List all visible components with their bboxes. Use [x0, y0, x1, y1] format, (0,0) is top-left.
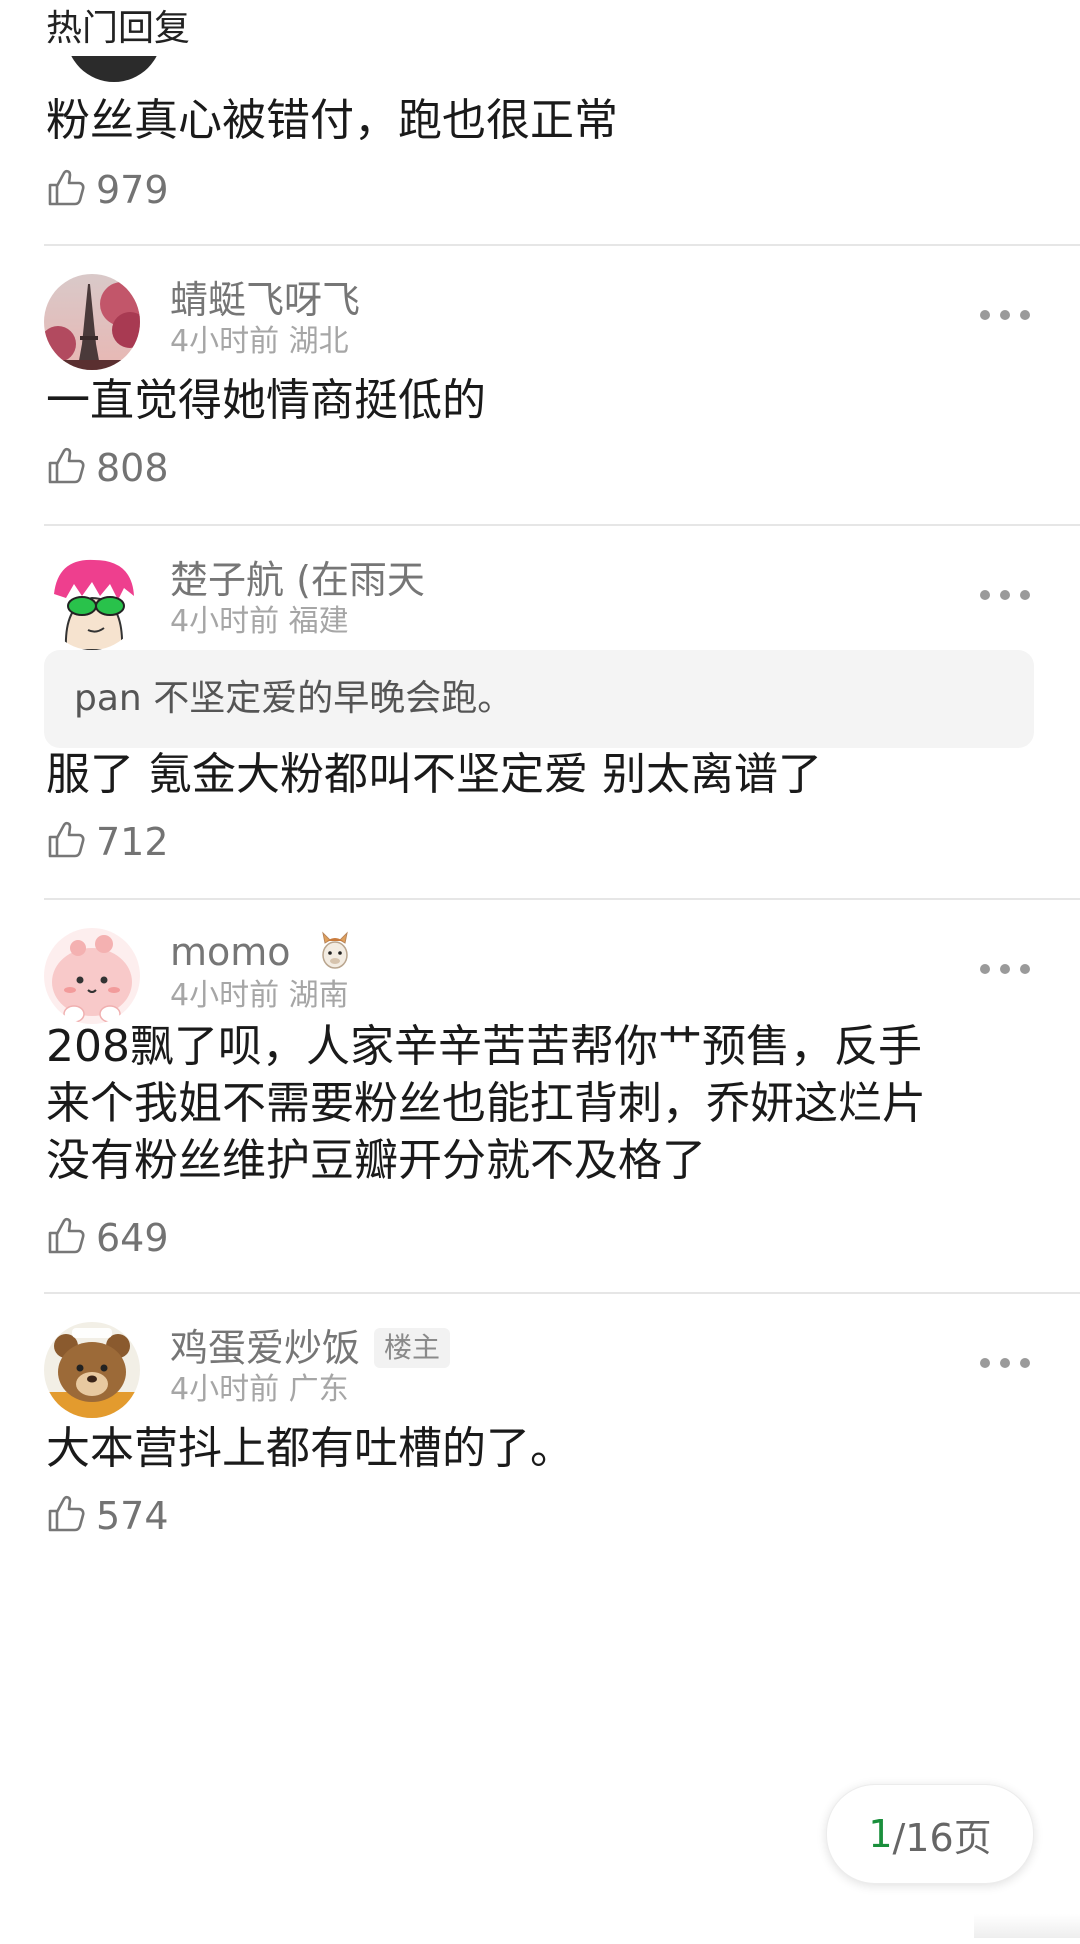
more-options-icon[interactable]: [980, 588, 1030, 602]
avatar-pink-blob[interactable]: [44, 928, 140, 1024]
comment-meta: 4小时前 福建: [170, 604, 349, 640]
like-count: 574: [96, 1494, 169, 1538]
comment-text: 大本营抖上都有吐槽的了。: [46, 1423, 574, 1474]
op-badge: 楼主: [374, 1328, 451, 1368]
comment-text-line: 来个我姐不需要粉丝也能扛背刺，乔妍这烂片: [46, 1078, 926, 1129]
like-count: 649: [96, 1216, 169, 1260]
avatar-eiffel-tower[interactable]: [44, 274, 140, 370]
bottom-edge-bar: [974, 1914, 1080, 1938]
comment-text: 粉丝真心被错付，跑也很正常: [46, 95, 618, 146]
section-title: 热门回复: [46, 8, 191, 49]
divider: [44, 898, 1080, 900]
username[interactable]: 鸡蛋爱炒饭: [170, 1326, 360, 1370]
username[interactable]: 蜻蜓飞呀飞: [170, 278, 360, 322]
comment-meta: 4小时前 广东: [170, 1372, 349, 1408]
like-button[interactable]: 979: [46, 162, 169, 218]
quote-user: pan: [74, 678, 142, 719]
comment-location: 广东: [288, 1372, 349, 1407]
avatar[interactable]: [66, 56, 162, 82]
like-count: 808: [96, 446, 169, 490]
more-options-icon[interactable]: [980, 962, 1030, 976]
comment-time: 4小时前: [170, 978, 280, 1013]
comment-meta: 4小时前 湖南: [170, 978, 349, 1014]
avatar-cartoon[interactable]: [44, 554, 140, 650]
like-count: 979: [96, 168, 169, 212]
comment-location: 湖南: [288, 978, 349, 1013]
username[interactable]: momo: [170, 930, 291, 974]
comment-time: 4小时前: [170, 1372, 280, 1407]
username-row: momo: [170, 930, 355, 980]
thumbs-up-icon: [46, 446, 86, 490]
more-options-icon[interactable]: [980, 308, 1030, 322]
page-indicator-button[interactable]: 1/16页: [826, 1784, 1034, 1884]
quoted-reply[interactable]: pan 不坚定爱的早晚会跑。: [44, 650, 1034, 748]
comment-text-line: 没有粉丝维护豆瓣开分就不及格了: [46, 1135, 706, 1186]
comment-text: 一直觉得她情商挺低的: [46, 375, 486, 426]
divider: [44, 1292, 1080, 1294]
like-button[interactable]: 649: [46, 1210, 169, 1266]
quote-text: 不坚定爱的早晚会跑。: [153, 678, 514, 719]
comment-text-line: 208飘了呗，人家辛辛苦苦帮你艹预售，反手: [46, 1021, 922, 1072]
comment-time: 4小时前: [170, 604, 280, 639]
comment-meta: 4小时前 湖北: [170, 324, 349, 360]
comment-text: 208飘了呗，人家辛辛苦苦帮你艹预售，反手 来个我姐不需要粉丝也能扛背刺，乔妍这…: [46, 1018, 1036, 1189]
alpaca-emoji-icon: [315, 931, 355, 980]
comment-location: 湖北: [288, 324, 349, 359]
like-count: 712: [96, 820, 169, 864]
username-row: 鸡蛋爱炒饭 楼主: [170, 1326, 451, 1370]
like-button[interactable]: 712: [46, 814, 169, 870]
comment-text: 服了 氪金大粉都叫不坚定爱 别太离谱了: [46, 749, 822, 800]
thumbs-up-icon: [46, 1216, 86, 1260]
like-button[interactable]: 808: [46, 440, 169, 496]
divider: [44, 244, 1080, 246]
comment-time: 4小时前: [170, 324, 280, 359]
comment-location: 福建: [288, 604, 349, 639]
thumbs-up-icon: [46, 1494, 86, 1538]
avatar-bear[interactable]: [44, 1322, 140, 1418]
thumbs-up-icon: [46, 820, 86, 864]
divider: [44, 524, 1080, 526]
total-pages: /16页: [892, 1815, 992, 1860]
thumbs-up-icon: [46, 168, 86, 212]
like-button[interactable]: 574: [46, 1488, 169, 1544]
more-options-icon[interactable]: [980, 1356, 1030, 1370]
username[interactable]: 楚子航 (在雨天: [170, 558, 425, 602]
current-page: 1: [868, 1812, 893, 1856]
